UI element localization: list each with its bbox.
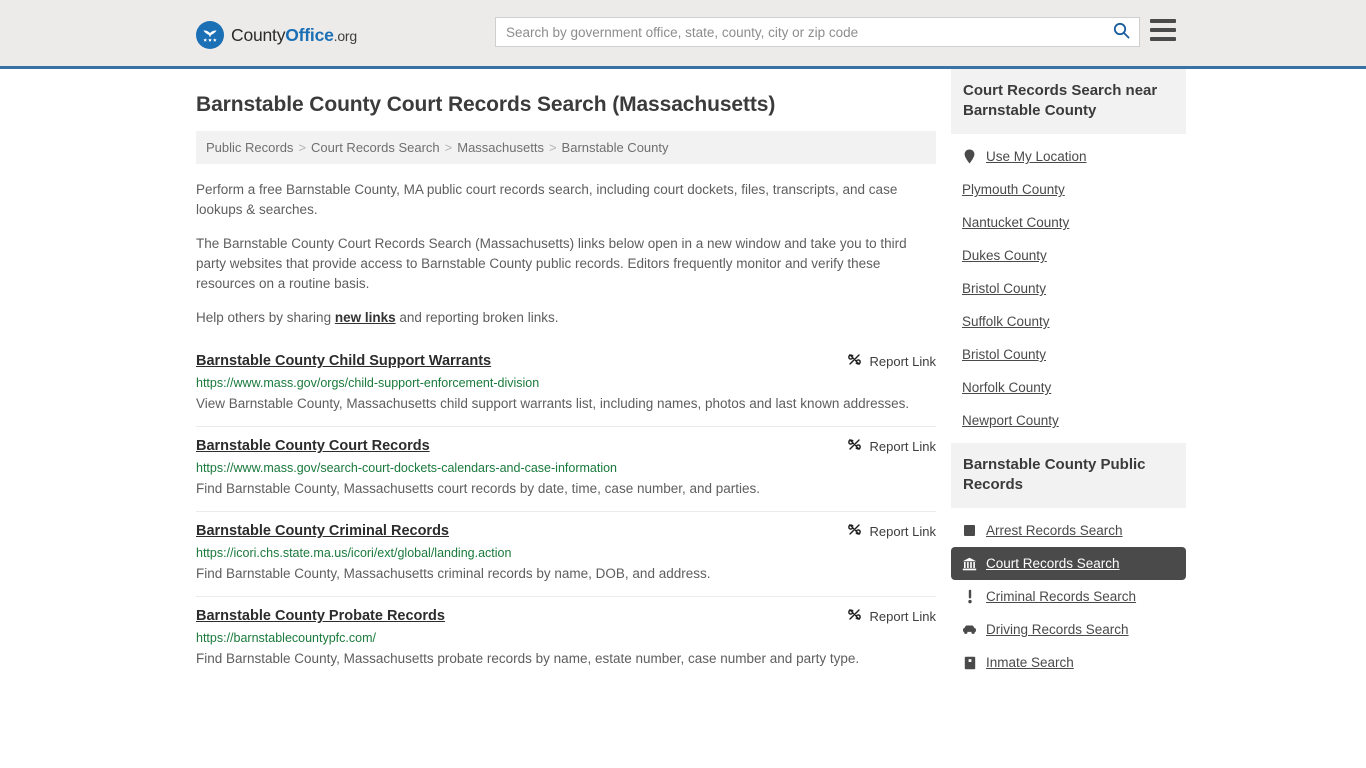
new-links-link[interactable]: new links [335, 310, 396, 325]
result-title-link[interactable]: Barnstable County Court Records [196, 437, 430, 455]
result-description: Find Barnstable County, Massachusetts pr… [196, 651, 860, 666]
logo-text-office: Office [285, 24, 334, 45]
public-records-panel-heading: Barnstable County Public Records [951, 443, 1186, 508]
broken-link-icon [847, 437, 862, 455]
sidebar-item-inmate-search[interactable]: Inmate Search [951, 646, 1186, 679]
main-content: Barnstable County Court Records Search (… [196, 69, 936, 685]
sidebar-item-bristol-county[interactable]: Bristol County [951, 272, 1186, 305]
county-office-emblem-icon [196, 21, 224, 49]
result-description: Find Barnstable County, Massachusetts cr… [196, 566, 711, 581]
report-link-button[interactable]: Report Link [833, 352, 936, 370]
square-icon [962, 523, 977, 538]
report-link-label: Report Link [869, 353, 936, 369]
result-url: https://www.mass.gov/orgs/child-support-… [196, 376, 540, 390]
result-title-link[interactable]: Barnstable County Criminal Records [196, 522, 449, 540]
result-title-link[interactable]: Barnstable County Child Support Warrants [196, 352, 491, 370]
car-icon [962, 622, 977, 637]
intro-text-before-link: Help others by sharing [196, 310, 335, 325]
breadcrumb-item-barnstable-county[interactable]: Barnstable County [562, 140, 669, 155]
result-item: Barnstable County Probate Records Report… [196, 597, 936, 681]
breadcrumb: Public Records > Court Records Search > Mass… [196, 131, 936, 164]
report-link-button[interactable]: Report Link [833, 522, 936, 540]
report-link-button[interactable]: Report Link [833, 437, 936, 455]
report-link-label: Report Link [869, 523, 936, 539]
breadcrumb-item-court-records-search[interactable]: Court Records Search [311, 140, 440, 155]
result-item: Barnstable County Criminal Records Repor… [196, 512, 936, 597]
map-pin-icon [962, 149, 977, 164]
result-item: Barnstable County Child Support Warrants… [196, 342, 936, 427]
nearby-panel: Court Records Search near Barnstable Cou… [951, 69, 1186, 437]
sidebar-item-label: Dukes County [962, 248, 1047, 263]
sidebar-item-label: Suffolk County [962, 314, 1050, 329]
sidebar-item-driving-records-search[interactable]: Driving Records Search [951, 613, 1186, 646]
result-item: Barnstable County Court Records Report L… [196, 427, 936, 512]
sidebar-item-norfolk-county[interactable]: Norfolk County [951, 371, 1186, 404]
result-description: Find Barnstable County, Massachusetts co… [196, 481, 761, 496]
sidebar: Court Records Search near Barnstable Cou… [951, 69, 1186, 685]
breadcrumb-item-massachusetts[interactable]: Massachusetts [457, 140, 544, 155]
exclamation-icon [962, 589, 977, 604]
hamburger-menu-icon[interactable] [1150, 19, 1176, 41]
breadcrumb-separator: > [444, 140, 453, 155]
sidebar-item-arrest-records-search[interactable]: Arrest Records Search [951, 514, 1186, 547]
sidebar-item-label: Bristol County [962, 281, 1047, 296]
sidebar-item-court-records-search[interactable]: Court Records Search [951, 547, 1186, 580]
intro-paragraph-2: The Barnstable County Court Records Sear… [196, 236, 907, 291]
sidebar-item-nantucket-county[interactable]: Nantucket County [951, 206, 1186, 239]
breadcrumb-item-public-records[interactable]: Public Records [206, 140, 293, 155]
sidebar-item-newport-county[interactable]: Newport County [951, 404, 1186, 437]
site-header: CountyOffice.org [0, 0, 1366, 69]
logo-text-county: County [231, 24, 286, 45]
sidebar-item-plymouth-county[interactable]: Plymouth County [951, 173, 1186, 206]
broken-link-icon [847, 607, 862, 625]
intro-paragraph-1: Perform a free Barnstable County, MA pub… [196, 182, 898, 217]
result-url: https://barnstablecountypfc.com/ [196, 631, 376, 645]
sidebar-item-label: Criminal Records Search [986, 589, 1137, 604]
sidebar-item-label: Arrest Records Search [986, 523, 1123, 538]
sidebar-item-label: Court Records Search [986, 556, 1120, 571]
broken-link-icon [847, 352, 862, 370]
sidebar-item-label: Bristol County [962, 347, 1047, 362]
sidebar-item-suffolk-county[interactable]: Suffolk County [951, 305, 1186, 338]
logo-text-org: .org [333, 27, 358, 44]
result-url: https://icori.chs.state.ma.us/icori/ext/… [196, 546, 512, 560]
result-url: https://www.mass.gov/search-court-docket… [196, 461, 618, 475]
sidebar-item-label: Nantucket County [962, 215, 1070, 230]
search-button[interactable] [1103, 18, 1139, 46]
sidebar-item-label: Norfolk County [962, 380, 1052, 395]
intro-text-after-link: and reporting broken links. [395, 310, 559, 325]
courthouse-icon [962, 556, 977, 571]
inmate-icon [962, 655, 977, 670]
sidebar-item-label: Plymouth County [962, 182, 1065, 197]
search-bar[interactable] [495, 17, 1140, 47]
sidebar-item-label: Driving Records Search [986, 622, 1129, 637]
breadcrumb-separator: > [298, 140, 307, 155]
report-link-label: Report Link [869, 438, 936, 454]
result-description: View Barnstable County, Massachusetts ch… [196, 396, 910, 411]
search-icon [1113, 22, 1130, 42]
report-link-label: Report Link [869, 608, 936, 624]
sidebar-item-label: Use My Location [986, 149, 1087, 164]
site-logo-text: CountyOffice.org [231, 25, 357, 46]
breadcrumb-separator: > [548, 140, 557, 155]
broken-link-icon [847, 522, 862, 540]
sidebar-item-label: Newport County [962, 413, 1059, 428]
sidebar-item-criminal-records-search[interactable]: Criminal Records Search [951, 580, 1186, 613]
sidebar-item-use-my-location[interactable]: Use My Location [951, 140, 1186, 173]
public-records-panel: Barnstable County Public Records Arrest … [951, 443, 1186, 679]
nearby-panel-heading: Court Records Search near Barnstable Cou… [951, 69, 1186, 134]
sidebar-item-dukes-county[interactable]: Dukes County [951, 239, 1186, 272]
page-title: Barnstable County Court Records Search (… [196, 93, 776, 116]
sidebar-item-label: Inmate Search [986, 655, 1074, 670]
search-input[interactable] [496, 18, 1103, 46]
page-body: Barnstable County Court Records Search (… [0, 69, 1366, 685]
site-logo[interactable]: CountyOffice.org [196, 21, 357, 49]
intro-paragraph-3: Help others by sharing new links and rep… [196, 308, 936, 328]
report-link-button[interactable]: Report Link [833, 607, 936, 625]
result-title-link[interactable]: Barnstable County Probate Records [196, 607, 445, 625]
sidebar-item-bristol-county-2[interactable]: Bristol County [951, 338, 1186, 371]
